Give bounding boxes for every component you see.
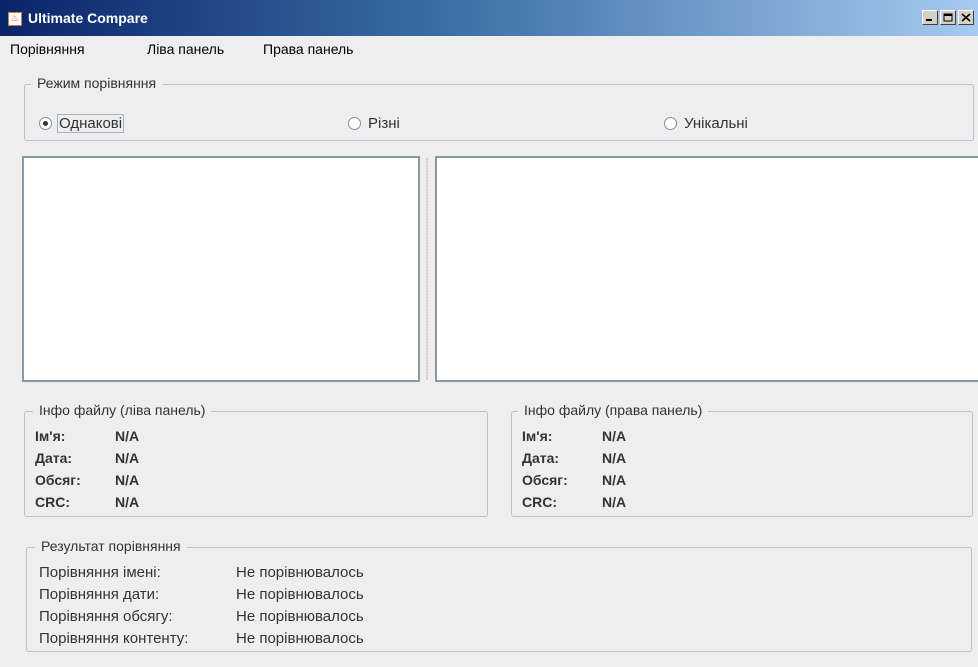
right-file-info-group: Інфо файлу (права панель) Ім'я: N/A Дата:… xyxy=(511,402,973,517)
result-value: Не порівнювалось xyxy=(236,608,364,625)
right-file-info-legend: Інфо файлу (права панель) xyxy=(518,402,709,418)
info-value: N/A xyxy=(115,450,140,466)
compare-mode-legend: Режим порівняння xyxy=(31,75,163,91)
info-value: N/A xyxy=(115,428,140,444)
splitter-grip xyxy=(426,158,428,380)
menu-bar: Порівняння Ліва панель Права панель xyxy=(0,36,978,62)
info-value: N/A xyxy=(115,472,140,488)
info-value: N/A xyxy=(602,494,627,510)
close-button[interactable] xyxy=(958,10,974,25)
maximize-button[interactable] xyxy=(940,10,956,25)
result-value: Не порівнювалось xyxy=(236,564,364,581)
radio-unique-button[interactable] xyxy=(664,117,677,130)
info-key: Обсяг: xyxy=(522,472,568,488)
panel-splitter[interactable] xyxy=(423,156,431,382)
radio-different-label[interactable]: Різні xyxy=(366,114,402,133)
result-key: Порівняння дати: xyxy=(39,586,160,603)
info-value: N/A xyxy=(602,450,627,466)
info-key: Обсяг: xyxy=(35,472,81,488)
result-value: Не порівнювалось xyxy=(236,630,364,647)
menu-compare[interactable]: Порівняння xyxy=(10,41,85,57)
minimize-icon xyxy=(926,19,932,21)
left-file-info-group: Інфо файлу (ліва панель) Ім'я: N/A Дата: N… xyxy=(24,402,488,517)
result-value: Не порівнювалось xyxy=(236,586,364,603)
comparison-result-group: Результат порівняння Порівняння імені: Не… xyxy=(26,538,972,652)
info-key: CRC: xyxy=(522,494,557,510)
close-icon xyxy=(961,13,971,22)
comparison-result-legend: Результат порівняння xyxy=(35,538,187,554)
right-file-panel[interactable] xyxy=(435,156,978,382)
info-value: N/A xyxy=(115,494,140,510)
radio-same-label[interactable]: Однакові xyxy=(57,114,125,133)
radio-different-button[interactable] xyxy=(348,117,361,130)
minimize-button[interactable] xyxy=(922,10,938,25)
title-bar[interactable]: ♨ Ultimate Compare xyxy=(0,0,978,36)
info-key: Ім'я: xyxy=(522,428,553,444)
menu-left-panel[interactable]: Ліва панель xyxy=(147,41,224,57)
left-file-info-legend: Інфо файлу (ліва панель) xyxy=(33,402,212,418)
info-key: Дата: xyxy=(522,450,560,466)
info-key: Дата: xyxy=(35,450,73,466)
maximize-icon xyxy=(943,13,953,22)
info-key: Ім'я: xyxy=(35,428,66,444)
radio-unique-label[interactable]: Унікальні xyxy=(682,114,750,133)
info-value: N/A xyxy=(602,472,627,488)
info-value: N/A xyxy=(602,428,627,444)
compare-mode-group: Режим порівняння Однакові Різні Унікальн… xyxy=(24,75,974,141)
result-key: Порівняння обсягу: xyxy=(39,608,173,625)
java-app-icon: ♨ xyxy=(8,12,22,26)
window-title: Ultimate Compare xyxy=(28,10,148,26)
result-key: Порівняння імені: xyxy=(39,564,161,581)
radio-same-button[interactable] xyxy=(39,117,52,130)
left-file-panel[interactable] xyxy=(22,156,420,382)
result-key: Порівняння контенту: xyxy=(39,630,189,647)
info-key: CRC: xyxy=(35,494,70,510)
menu-right-panel[interactable]: Права панель xyxy=(263,41,353,57)
